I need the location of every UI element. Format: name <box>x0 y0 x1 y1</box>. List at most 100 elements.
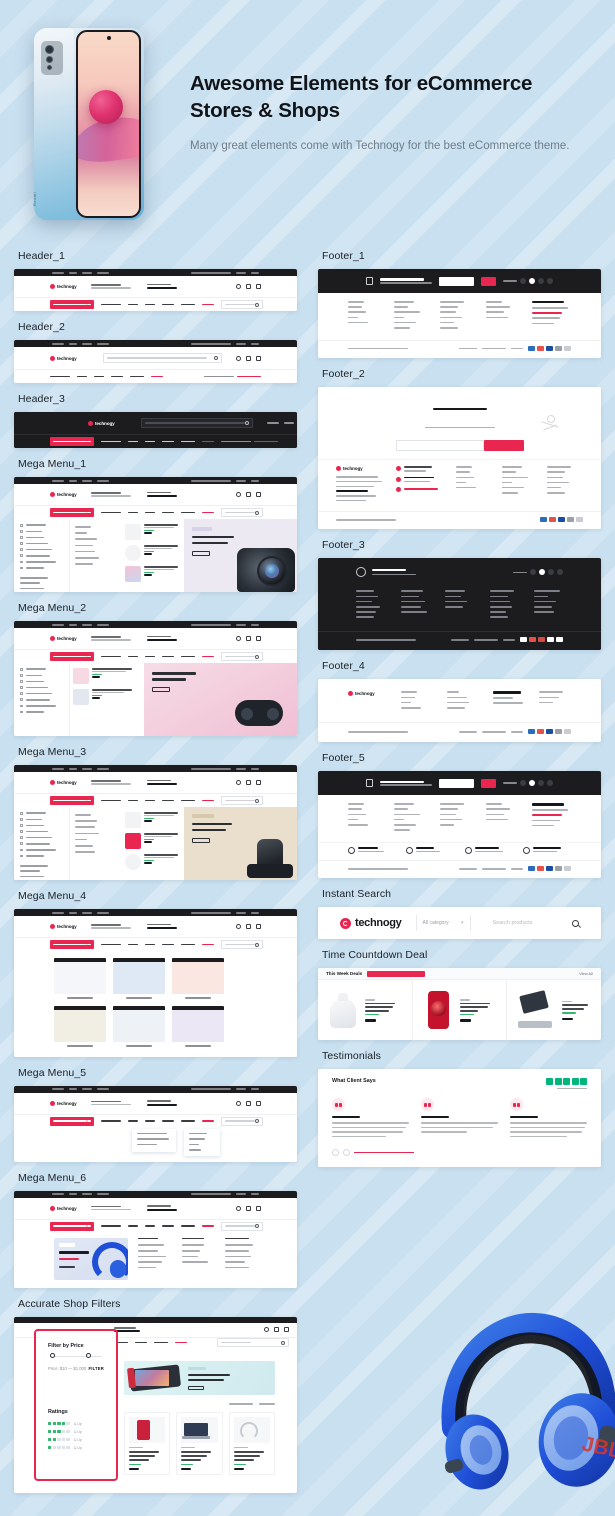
sort-toolbar[interactable] <box>124 1400 275 1409</box>
search-input[interactable] <box>140 418 253 428</box>
newsletter-email-input[interactable] <box>395 440 484 452</box>
wishlist-icon[interactable] <box>236 780 241 785</box>
carousel-controls[interactable] <box>332 1149 587 1157</box>
account-icon[interactable] <box>256 1100 261 1106</box>
search-input[interactable] <box>217 1338 289 1348</box>
rating-row[interactable]: & Up <box>48 1446 104 1450</box>
cart-icon[interactable] <box>246 1100 251 1106</box>
footer-link-columns[interactable]: technogy <box>318 459 601 512</box>
slider-handle-min[interactable] <box>50 1353 55 1359</box>
categories-button[interactable] <box>50 437 94 446</box>
product-card[interactable] <box>124 1411 171 1476</box>
category-select[interactable]: All category ▾ <box>415 915 471 932</box>
subscribe-button[interactable] <box>481 276 497 286</box>
search-input[interactable] <box>102 353 222 363</box>
testimonial-card[interactable] <box>421 1098 498 1140</box>
cart-icon[interactable] <box>246 924 251 929</box>
carousel-next-button[interactable] <box>343 1149 350 1157</box>
dropdown-panel[interactable] <box>132 1128 176 1152</box>
wishlist-icon[interactable] <box>264 1327 269 1333</box>
preview-instant-search[interactable]: technogy All category ▾ Search products <box>318 907 601 940</box>
promo-banner[interactable] <box>144 663 297 736</box>
demo-thumb[interactable] <box>113 1005 165 1047</box>
categories-button[interactable] <box>50 1116 94 1126</box>
rating-row[interactable]: & Up <box>48 1430 104 1434</box>
submenu-links[interactable] <box>70 807 122 880</box>
account-icon[interactable] <box>256 1205 261 1211</box>
wishlist-icon[interactable] <box>236 1205 241 1211</box>
social-icon[interactable] <box>538 780 545 787</box>
slider-handle-max[interactable] <box>86 1353 92 1359</box>
ratings-filter-card[interactable]: Ratings & Up & Up & Up & Up <box>40 1400 112 1462</box>
footer-link-columns[interactable] <box>318 293 601 341</box>
account-icon[interactable] <box>256 284 261 289</box>
subscribe-button[interactable] <box>483 440 524 452</box>
social-icon[interactable] <box>547 780 554 787</box>
search-input[interactable] <box>221 300 263 309</box>
preview-mega-menu-2[interactable]: technogy <box>14 621 297 736</box>
demo-thumb[interactable] <box>172 958 224 999</box>
preview-header-3[interactable]: technogy <box>14 412 297 448</box>
search-icon[interactable] <box>572 919 579 927</box>
demo-thumb[interactable] <box>172 1005 224 1047</box>
rating-row[interactable]: & Up <box>48 1422 104 1426</box>
categories-button[interactable] <box>50 652 94 661</box>
search-input[interactable] <box>221 652 263 661</box>
wishlist-icon[interactable] <box>236 284 241 289</box>
account-icon[interactable] <box>256 355 261 361</box>
social-icon[interactable] <box>529 780 536 787</box>
testimonial-card[interactable] <box>332 1098 409 1140</box>
footer-link-columns[interactable] <box>318 584 601 632</box>
demo-thumb[interactable] <box>54 1005 106 1047</box>
product-card[interactable] <box>228 1411 275 1476</box>
preview-footer-2[interactable]: technogy <box>318 387 601 530</box>
preview-footer-3[interactable] <box>318 558 601 651</box>
cart-icon[interactable] <box>274 1327 279 1333</box>
demo-thumb[interactable] <box>54 958 106 999</box>
testimonial-card[interactable] <box>510 1098 587 1140</box>
brand-logo[interactable]: technogy <box>340 917 402 929</box>
product-card[interactable] <box>318 980 413 1041</box>
preview-footer-4[interactable]: technogy <box>318 679 601 743</box>
wishlist-icon[interactable] <box>236 1100 241 1106</box>
price-range-slider[interactable] <box>50 1353 102 1359</box>
social-icon[interactable] <box>520 278 527 284</box>
dropdown-panel[interactable] <box>184 1128 220 1156</box>
social-icon[interactable] <box>520 780 527 787</box>
account-icon[interactable] <box>256 492 261 497</box>
cart-icon[interactable] <box>246 636 251 641</box>
filter-by-price-card[interactable]: Filter by Price Price: $10 — $1,000 FILT… <box>40 1334 112 1380</box>
account-icon[interactable] <box>256 636 261 641</box>
newsletter-email-input[interactable] <box>438 276 475 286</box>
cart-icon[interactable] <box>246 780 251 785</box>
wishlist-icon[interactable] <box>236 355 241 361</box>
account-icon[interactable] <box>256 780 261 785</box>
cart-icon[interactable] <box>246 355 251 361</box>
search-input[interactable] <box>221 940 263 949</box>
search-input[interactable] <box>221 796 263 805</box>
product-card[interactable] <box>507 980 601 1040</box>
preview-mega-menu-5[interactable]: technogy <box>14 1085 297 1162</box>
categories-button[interactable] <box>50 508 94 517</box>
social-icon[interactable] <box>538 278 545 284</box>
social-icon[interactable] <box>529 278 536 284</box>
product-list[interactable] <box>70 663 144 736</box>
search-input[interactable]: Search products <box>485 919 579 927</box>
social-icon[interactable] <box>547 278 554 284</box>
demo-thumb[interactable] <box>113 958 165 999</box>
preview-testimonials[interactable]: What Client Says <box>318 1069 601 1168</box>
search-input[interactable] <box>221 1116 263 1126</box>
search-input[interactable] <box>221 1221 263 1231</box>
categories-button[interactable] <box>50 796 94 805</box>
preview-header-1[interactable]: technogy <box>14 269 297 311</box>
preview-mega-menu-3[interactable]: technogy <box>14 765 297 880</box>
carousel-prev-button[interactable] <box>332 1149 339 1157</box>
category-list[interactable] <box>14 519 70 592</box>
preview-footer-5[interactable] <box>318 771 601 879</box>
subscribe-button[interactable] <box>481 778 497 788</box>
promo-banner[interactable] <box>184 519 297 592</box>
promo-banner[interactable] <box>54 1237 128 1280</box>
cart-icon[interactable] <box>246 284 251 289</box>
rating-row[interactable]: & Up <box>48 1438 104 1442</box>
social-icon[interactable] <box>530 569 536 576</box>
